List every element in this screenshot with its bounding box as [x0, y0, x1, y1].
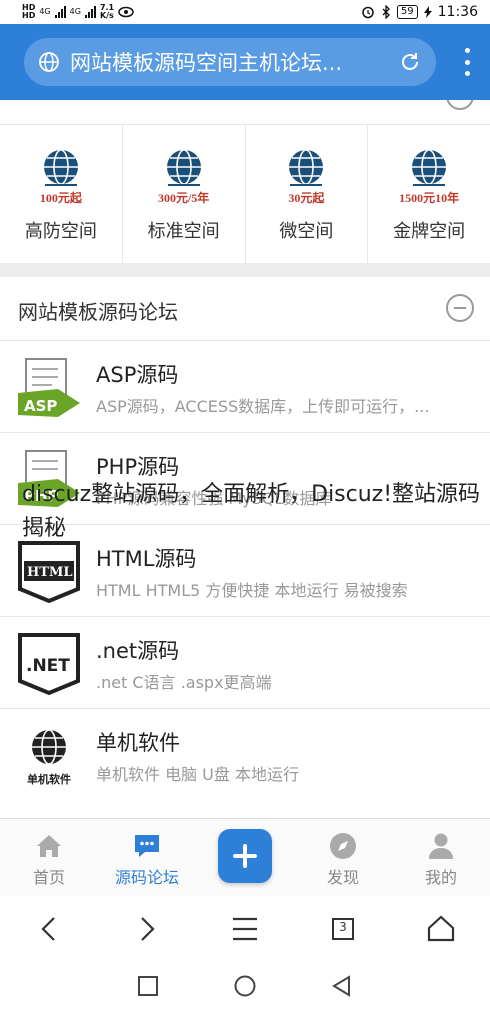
collapse-icon[interactable]: [446, 100, 474, 110]
hosting-label: 高防空间: [24, 221, 97, 242]
thumb-text: 单机软件: [27, 772, 71, 786]
network-type-2: 4G: [69, 7, 81, 16]
bluetooth-icon: [382, 5, 390, 19]
forum-item-title: ASP源码: [96, 363, 179, 387]
software-globe-icon: 单机软件: [27, 729, 71, 786]
page-content: 100元起 高防空间 300元/5年 标准空间 30元起 微空间 1500元10年 金牌空间 …: [0, 100, 490, 818]
forward-icon[interactable]: [129, 911, 165, 947]
globe-icon: [39, 52, 59, 72]
forum-item-title: HTML源码: [96, 547, 197, 571]
home-icon: [37, 835, 61, 857]
eye-icon: [118, 6, 134, 18]
home-outline-icon[interactable]: [423, 911, 459, 947]
browser-nav-bar: 3: [0, 896, 490, 962]
tab-label: 发现: [326, 868, 359, 887]
tab-label: 我的: [424, 868, 457, 887]
back-icon[interactable]: [31, 911, 67, 947]
tab-publish[interactable]: [196, 819, 294, 896]
recents-icon[interactable]: [136, 974, 160, 998]
thumb-text: HTML: [27, 565, 73, 580]
bottom-tab-bar: 首页 源码论坛 发现 我的: [0, 818, 490, 896]
tab-discover[interactable]: 发现: [294, 819, 392, 896]
tab-mine[interactable]: 我的: [392, 819, 490, 896]
tabs-button[interactable]: 3: [325, 911, 361, 947]
battery-level: 59: [396, 5, 418, 19]
clock: 11:36: [437, 4, 478, 20]
carrier-label-bottom: HD: [22, 11, 36, 20]
tab-label: 首页: [32, 868, 65, 887]
menu-icon[interactable]: [227, 911, 263, 947]
price-badge: 30元起: [288, 191, 325, 205]
net-speed-unit: K/s: [99, 11, 114, 20]
signal-icon: [54, 6, 66, 18]
hosting-label: 标准空间: [147, 221, 220, 242]
hosting-label: 微空间: [279, 221, 334, 242]
forum-item-title: PHP源码: [96, 455, 180, 479]
collapse-icon[interactable]: [446, 294, 474, 322]
tab-forum[interactable]: 源码论坛: [98, 819, 196, 896]
forum-item-desc: HTML HTML5 方便快捷 本地运行 易被搜索: [96, 581, 408, 600]
tab-label: 源码论坛: [114, 868, 179, 887]
chat-icon: [135, 835, 159, 857]
forum-item-desc: ASP源码，ACCESS数据库，上传即可运行，...: [96, 397, 430, 416]
compass-icon: [330, 833, 356, 859]
hosting-item[interactable]: 100元起高防空间: [0, 125, 123, 263]
charging-icon: [423, 6, 432, 18]
html-shield-icon: HTML: [18, 541, 80, 604]
hosting-label: 金牌空间: [393, 221, 466, 242]
browser-header: 网站模板源码空间主机论坛...: [0, 24, 490, 100]
overlay-caption: discuz整站源码，全面解析，Discuz!整站源码揭秘: [22, 482, 481, 541]
forum-item-title: .net源码: [96, 639, 180, 663]
page-title: 网站模板源码空间主机论坛...: [70, 51, 343, 75]
price-badge: 300元/5年: [157, 191, 210, 205]
person-icon: [429, 833, 453, 859]
system-nav-bar: [0, 962, 490, 1010]
plus-icon[interactable]: [218, 829, 272, 883]
forum-item-desc: 单机软件 电脑 U盘 本地运行: [96, 765, 299, 784]
hosting-item[interactable]: 300元/5年标准空间: [123, 125, 246, 263]
price-badge: 100元起: [39, 191, 82, 205]
forum-list-item[interactable]: 单机软件 单机软件 单机软件 电脑 U盘 本地运行: [0, 708, 490, 800]
more-menu-icon[interactable]: [464, 48, 470, 76]
hosting-item[interactable]: 1500元10年金牌空间: [368, 125, 490, 263]
asp-file-icon: ASP: [18, 358, 80, 417]
hosting-item[interactable]: 30元起微空间: [246, 125, 369, 263]
thumb-text: ASP: [24, 397, 57, 415]
forum-list-item[interactable]: ASP ASP源码 ASP源码，ACCESS数据库，上传即可运行，...: [0, 340, 490, 432]
forum-list-item[interactable]: .NET .net源码 .net C语言 .aspx更高端: [0, 616, 490, 708]
hosting-section-header: [0, 100, 490, 124]
status-bar: HD HD 4G 4G 7.1 K/s 59 11:36: [0, 0, 490, 24]
address-bar[interactable]: 网站模板源码空间主机论坛...: [24, 38, 436, 86]
section-title: 网站模板源码论坛: [18, 300, 178, 324]
thumb-text: .NET: [26, 656, 70, 676]
back-triangle-icon[interactable]: [330, 974, 354, 998]
network-type-1: 4G: [39, 7, 51, 16]
price-badge: 1500元10年: [399, 191, 460, 205]
forum-item-desc: .net C语言 .aspx更高端: [96, 673, 272, 692]
home-circle-icon[interactable]: [233, 974, 257, 998]
tab-count: 3: [339, 920, 347, 934]
alarm-icon: [362, 6, 374, 19]
tab-home[interactable]: 首页: [0, 819, 98, 896]
signal-icon-2: [84, 6, 96, 18]
hosting-grid: 100元起 高防空间 300元/5年 标准空间 30元起 微空间 1500元10年 金牌空间: [0, 125, 490, 263]
forum-item-title: 单机软件: [96, 731, 180, 755]
refresh-icon[interactable]: [398, 50, 422, 74]
dotnet-shield-icon: .NET: [18, 633, 80, 696]
